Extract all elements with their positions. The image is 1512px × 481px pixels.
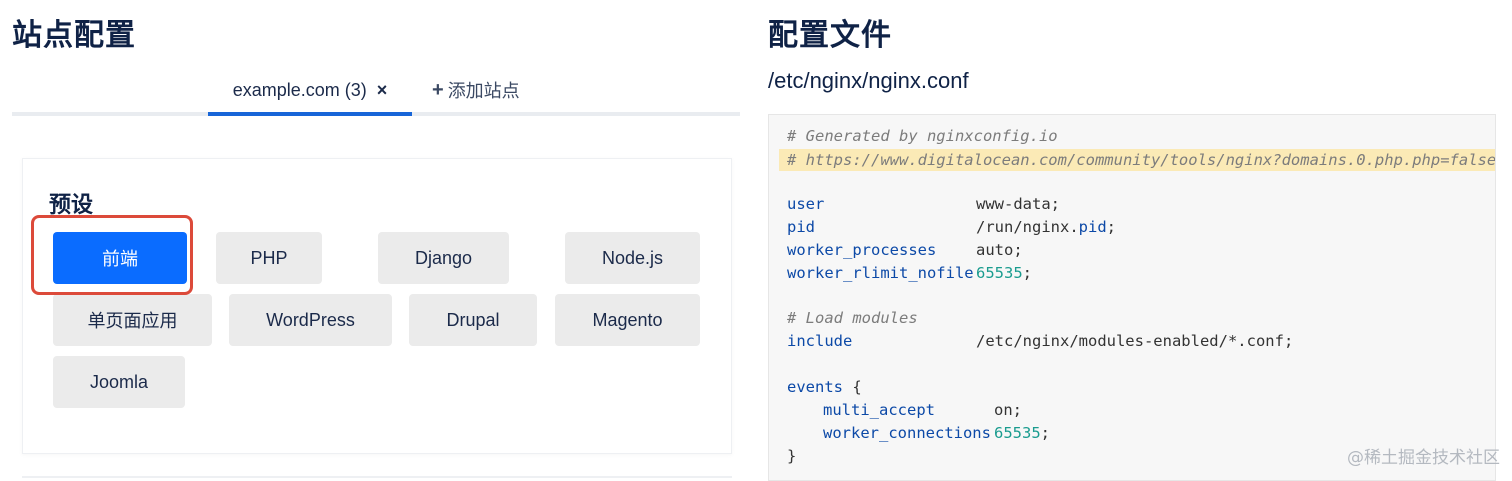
code-line: worker_rlimit_nofile [787,264,974,282]
preset-spa-button[interactable]: 单页面应用 [53,294,212,346]
preset-nodejs-button[interactable]: Node.js [565,232,700,284]
code-value: on; [994,401,1022,419]
add-site-label: 添加站点 [447,81,520,101]
code-line: worker_processes [787,241,937,259]
preset-magento-button[interactable]: Magento [555,294,700,346]
code-block: # Generated by nginxconfig.io # https://… [768,114,1496,481]
page: 站点配置 example.com (3) × + 添加站点 预设 前端 PHP … [0,0,1512,481]
add-site-tab[interactable]: + 添加站点 [432,68,524,112]
code-line: multi_accept [823,401,935,419]
presets-card: 预设 前端 PHP Django Node.js 单页面应用 WordPress… [22,158,732,454]
preset-joomla-button[interactable]: Joomla [53,356,185,408]
tab-label: example.com (3) [232,79,367,100]
code-line: include [787,332,853,350]
code-value: www-data; [976,195,1060,213]
divider [22,476,732,478]
code-value: auto; [976,241,1023,259]
close-icon[interactable]: × [377,80,388,101]
code-value: 65535; [976,264,1033,282]
presets-title: 预设 [49,192,94,217]
preset-php-button[interactable]: PHP [216,232,322,284]
preset-drupal-button[interactable]: Drupal [409,294,537,346]
code-value: /run/nginx.pid; [976,218,1116,236]
site-config-title: 站点配置 [12,19,136,52]
watermark: @稀土掘金技术社区 [1347,448,1500,468]
code-line: # https://www.digitalocean.com/community… [787,151,1496,169]
code-line: # Generated by nginxconfig.io [787,127,1058,145]
tab-example-com[interactable]: example.com (3) × [208,68,412,116]
code-value: /etc/nginx/modules-enabled/*.conf; [976,332,1294,350]
preset-django-button[interactable]: Django [378,232,509,284]
config-file-title: 配置文件 [768,19,892,52]
code-line: pid [787,218,815,236]
code-line: # Load modules [787,309,918,327]
code-line: events { [787,378,862,396]
preset-wordpress-button[interactable]: WordPress [229,294,392,346]
plus-icon: + [432,78,444,101]
preset-frontend-button[interactable]: 前端 [53,232,187,284]
config-file-path: /etc/nginx/nginx.conf [768,68,969,93]
site-tabs: example.com (3) × + 添加站点 [12,68,740,116]
code-value: 65535; [994,424,1051,442]
code-line: worker_connections [823,424,991,442]
code-line: user [787,195,825,213]
code-line: } [787,447,797,465]
